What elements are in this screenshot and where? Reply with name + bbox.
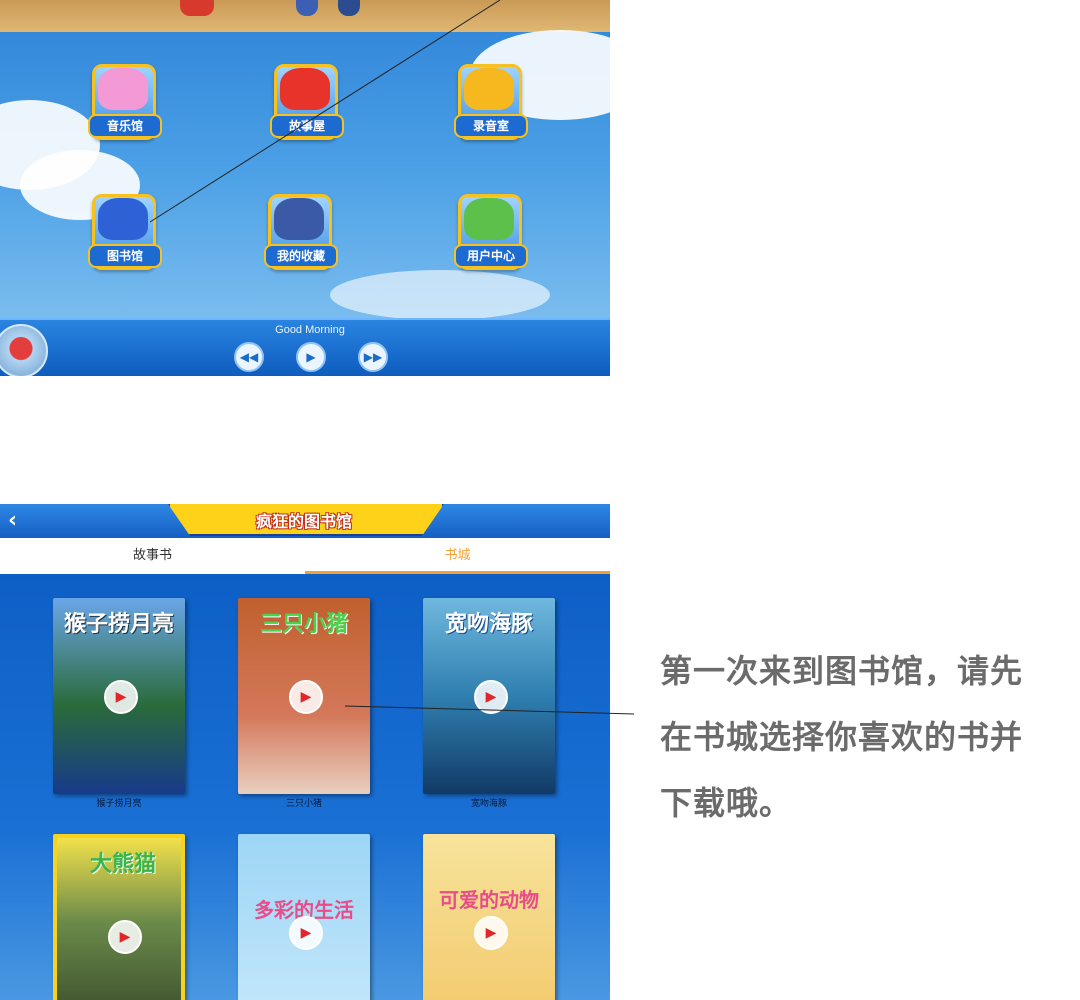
callout-line-book xyxy=(344,705,635,715)
callout-line-library xyxy=(149,0,501,223)
callout-lines xyxy=(149,0,635,715)
annotation-text: 第一次来到图书馆，请先在书城选择你喜欢的书并下载哦。 xyxy=(660,652,1024,822)
